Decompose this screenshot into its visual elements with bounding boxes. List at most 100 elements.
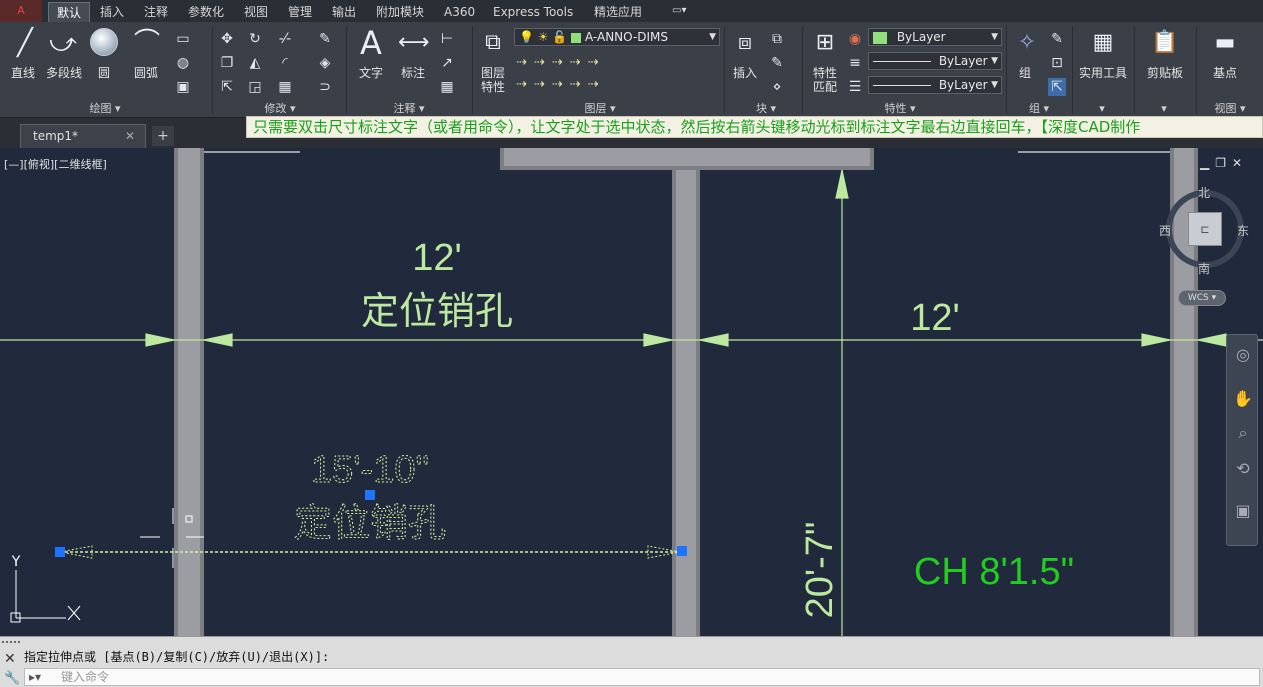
linear-dim-icon[interactable]: ⊢ bbox=[438, 30, 456, 48]
base-button-label[interactable]: 基点 bbox=[1204, 66, 1246, 80]
erase-icon[interactable]: ✎ bbox=[316, 30, 334, 48]
viewcube-east[interactable]: 东 bbox=[1237, 222, 1249, 239]
hatch-icon[interactable]: ◍ bbox=[174, 54, 192, 72]
create-block-icon[interactable]: ⧉ bbox=[768, 30, 786, 48]
block-panel-title[interactable]: 块 ▾ bbox=[736, 102, 796, 116]
tab-addins[interactable]: 附加模块 bbox=[368, 2, 432, 22]
color-wheel-icon[interactable]: ◉ bbox=[846, 30, 864, 48]
tab-parametric[interactable]: 参数化 bbox=[180, 2, 232, 22]
wcs-menu[interactable]: WCS ▾ bbox=[1178, 290, 1226, 306]
layers-panel-title[interactable]: 图层 ▾ bbox=[560, 102, 640, 116]
close-icon[interactable]: ✕ bbox=[125, 125, 135, 147]
offset-icon[interactable]: ⊃ bbox=[316, 78, 334, 96]
circle-icon[interactable] bbox=[90, 28, 118, 56]
trim-icon[interactable]: -⁄- bbox=[276, 30, 294, 48]
clipboard-icon[interactable]: 📋 bbox=[1150, 28, 1180, 58]
layer-tools-icons[interactable]: ⇢⇢⇢⇢⇢ ⇢⇢⇢⇢⇢ bbox=[516, 52, 636, 98]
close-icon[interactable]: ✕ bbox=[4, 651, 16, 667]
viewport-window-controls[interactable]: ▁❐✕ bbox=[1200, 156, 1248, 170]
base-view-icon[interactable]: ▬ bbox=[1210, 28, 1240, 58]
match-properties-icon[interactable]: ⊞ bbox=[810, 28, 840, 58]
view-panel-title[interactable]: 视图 ▾ bbox=[1198, 102, 1262, 116]
drawing-canvas[interactable]: 12' 定位销孔 12' 15'-10" 定位销孔 20'-7" CH 8'1.… bbox=[0, 148, 1263, 636]
stretch-icon[interactable]: ⇱ bbox=[218, 78, 236, 96]
utilities-expand-icon[interactable]: ▾ bbox=[1090, 102, 1114, 116]
copy-icon[interactable]: ❐ bbox=[218, 54, 236, 72]
document-tab[interactable]: temp1* ✕ bbox=[20, 124, 146, 148]
explode-icon[interactable]: ◈ bbox=[316, 54, 334, 72]
array-icon[interactable]: ▦ bbox=[276, 78, 294, 96]
ribbon-toggle-icon[interactable]: ▭▾ bbox=[672, 5, 698, 17]
clipboard-expand-icon[interactable]: ▾ bbox=[1152, 102, 1176, 116]
text-icon[interactable]: A bbox=[356, 27, 386, 59]
pan-icon[interactable]: ✋ bbox=[1233, 389, 1253, 409]
region-icon[interactable]: ▣ bbox=[174, 78, 192, 96]
tab-manage[interactable]: 管理 bbox=[280, 2, 320, 22]
showmotion-icon[interactable]: ▣ bbox=[1233, 501, 1253, 521]
groups-panel-title[interactable]: 组 ▾ bbox=[1014, 102, 1064, 116]
group-icon[interactable]: ✧ bbox=[1012, 28, 1042, 58]
lineweight-dropdown[interactable]: ByLayer ▼ bbox=[868, 76, 1002, 94]
modify-panel-title[interactable]: 修改 ▾ bbox=[240, 102, 320, 116]
draw-panel-title[interactable]: 绘图 ▾ bbox=[60, 102, 150, 116]
dimension-icon[interactable]: ⟷ bbox=[398, 28, 430, 58]
line-icon[interactable]: ╱ bbox=[10, 28, 40, 58]
command-input[interactable]: ▸▾ 键入命令 bbox=[24, 668, 1260, 686]
drag-handle[interactable] bbox=[2, 641, 20, 647]
clipboard-button-label[interactable]: 剪贴板 bbox=[1140, 66, 1190, 80]
command-prompt-icon[interactable]: ▸▾ bbox=[29, 669, 41, 685]
steering-wheel-icon[interactable]: ◎ bbox=[1233, 345, 1253, 365]
linetype-dropdown[interactable]: ByLayer ▼ bbox=[868, 52, 1002, 70]
arc-icon[interactable]: ⌒ bbox=[132, 28, 162, 58]
annotation-panel-title[interactable]: 注释 ▾ bbox=[374, 102, 444, 116]
zoom-icon[interactable]: ⌕ bbox=[1233, 423, 1253, 443]
viewcube-north[interactable]: 北 bbox=[1198, 184, 1210, 201]
insert-button-label[interactable]: 插入 bbox=[726, 66, 764, 80]
tab-express-tools[interactable]: Express Tools bbox=[485, 2, 581, 22]
mirror-icon[interactable]: ◭ bbox=[246, 54, 264, 72]
circle-button-label[interactable]: 圆 bbox=[88, 66, 120, 80]
viewcube-top-face[interactable]: ⊏ bbox=[1188, 212, 1222, 246]
leader-icon[interactable]: ↗ bbox=[438, 54, 456, 72]
color-dropdown[interactable]: ByLayer ▼ bbox=[868, 28, 1002, 46]
new-tab-icon[interactable]: + bbox=[152, 126, 174, 146]
tab-annotate[interactable]: 注释 bbox=[136, 2, 176, 22]
tab-a360[interactable]: A360 bbox=[436, 2, 483, 22]
layer-properties-label[interactable]: 图层 特性 bbox=[474, 66, 512, 94]
rectangle-icon[interactable]: ▭ bbox=[174, 30, 192, 48]
dimension-button-label[interactable]: 标注 bbox=[394, 66, 432, 80]
orbit-icon[interactable]: ⟲ bbox=[1233, 459, 1253, 479]
utilities-button-label[interactable]: 实用工具 bbox=[1076, 66, 1130, 80]
table-icon[interactable]: ▦ bbox=[438, 78, 456, 96]
linetype-icon[interactable]: ≡ bbox=[846, 54, 864, 72]
polyline-icon[interactable]: ⤻ bbox=[48, 28, 78, 58]
tab-output[interactable]: 输出 bbox=[324, 2, 364, 22]
calculator-icon[interactable]: ▦ bbox=[1088, 28, 1118, 58]
tab-default[interactable]: 默认 bbox=[48, 2, 91, 22]
application-menu-button[interactable]: A bbox=[0, 0, 42, 22]
block-attribute-icon[interactable]: ⋄ bbox=[768, 78, 786, 96]
viewcube-west[interactable]: 西 bbox=[1159, 222, 1171, 239]
layer-properties-icon[interactable]: ⧉ bbox=[478, 28, 508, 58]
tab-view[interactable]: 视图 bbox=[236, 2, 276, 22]
edit-block-icon[interactable]: ✎ bbox=[768, 54, 786, 72]
group-edit-icon[interactable]: ⊡ bbox=[1048, 54, 1066, 72]
text-button-label[interactable]: 文字 bbox=[352, 66, 390, 80]
lineweight-icon[interactable]: ☰ bbox=[846, 78, 864, 96]
fillet-icon[interactable]: ◜ bbox=[276, 54, 294, 72]
viewport-controls-label[interactable]: [—][俯视][二维线框] bbox=[4, 156, 107, 172]
match-properties-label[interactable]: 特性 匹配 bbox=[806, 66, 844, 94]
viewcube-south[interactable]: 南 bbox=[1198, 260, 1210, 277]
group-button-label[interactable]: 组 bbox=[1010, 66, 1040, 80]
properties-panel-title[interactable]: 特性 ▾ bbox=[860, 102, 940, 116]
ungroup-icon[interactable]: ✎ bbox=[1048, 30, 1066, 48]
arc-button-label[interactable]: 圆弧 bbox=[128, 66, 164, 80]
tab-insert[interactable]: 插入 bbox=[92, 2, 132, 22]
scale-icon[interactable]: ◲ bbox=[246, 78, 264, 96]
move-icon[interactable]: ✥ bbox=[218, 30, 236, 48]
tab-featured-apps[interactable]: 精选应用 bbox=[586, 2, 650, 22]
group-select-icon[interactable]: ⇱ bbox=[1048, 78, 1066, 96]
drawing-svg[interactable]: 12' 定位销孔 12' 15'-10" 定位销孔 20'-7" CH 8'1.… bbox=[0, 148, 1263, 636]
layer-dropdown[interactable]: 💡 ☀ 🔓 A-ANNO-DIMS ▼ bbox=[514, 28, 720, 46]
rotate-icon[interactable]: ↻ bbox=[246, 30, 264, 48]
